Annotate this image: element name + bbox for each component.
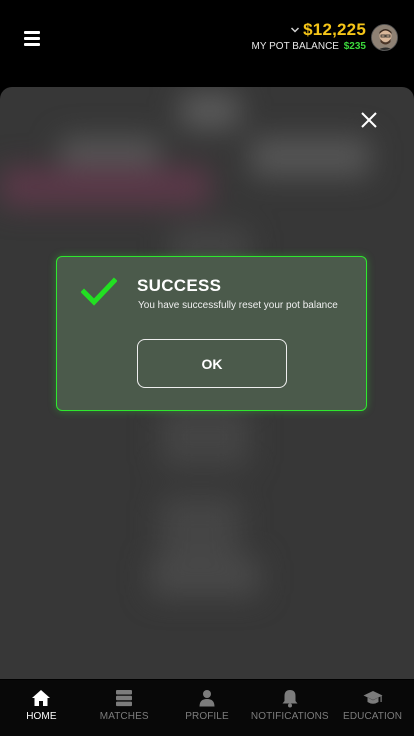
tab-education[interactable]: EDUCATION bbox=[331, 680, 414, 736]
profile-icon bbox=[199, 690, 215, 707]
dialog-message: You have successfully reset your pot bal… bbox=[138, 300, 338, 311]
avatar[interactable] bbox=[371, 24, 398, 51]
balance-amount: $12,225 bbox=[303, 20, 366, 39]
tab-label: NOTIFICATIONS bbox=[250, 711, 329, 722]
tab-home[interactable]: HOME bbox=[0, 680, 83, 736]
tab-label: MATCHES bbox=[99, 711, 149, 722]
tab-notifications[interactable]: NOTIFICATIONS bbox=[248, 680, 331, 736]
checkmark-icon bbox=[81, 277, 117, 306]
success-dialog: SUCCESS You have successfully reset your… bbox=[56, 256, 367, 411]
top-bar: $12,225 MY POT BALANCE $235 bbox=[0, 0, 414, 86]
tab-profile[interactable]: PROFILE bbox=[166, 680, 249, 736]
hamburger-menu-icon[interactable] bbox=[22, 28, 44, 48]
tab-label: EDUCATION bbox=[343, 711, 403, 722]
dialog-title: SUCCESS bbox=[137, 276, 222, 295]
chevron-down-icon[interactable] bbox=[290, 25, 300, 35]
balance-display[interactable]: $12,225 MY POT BALANCE $235 bbox=[252, 20, 366, 52]
pot-balance-value: $235 bbox=[343, 41, 366, 52]
home-icon bbox=[32, 690, 51, 706]
graduation-cap-icon bbox=[363, 691, 383, 704]
tab-label: HOME bbox=[26, 711, 57, 722]
ok-button[interactable]: OK bbox=[137, 339, 287, 388]
close-icon[interactable] bbox=[360, 111, 378, 129]
tab-label: PROFILE bbox=[185, 711, 229, 722]
pot-balance-label: MY POT BALANCE bbox=[251, 41, 339, 52]
pot-balance-row: MY POT BALANCE $235 bbox=[252, 41, 366, 52]
bottom-tab-bar: HOME MATCHES PROFILE NOTIFICATIONS EDUCA… bbox=[0, 680, 414, 736]
bell-icon bbox=[282, 690, 298, 708]
matches-icon bbox=[116, 690, 133, 707]
tab-matches[interactable]: MATCHES bbox=[83, 680, 166, 736]
